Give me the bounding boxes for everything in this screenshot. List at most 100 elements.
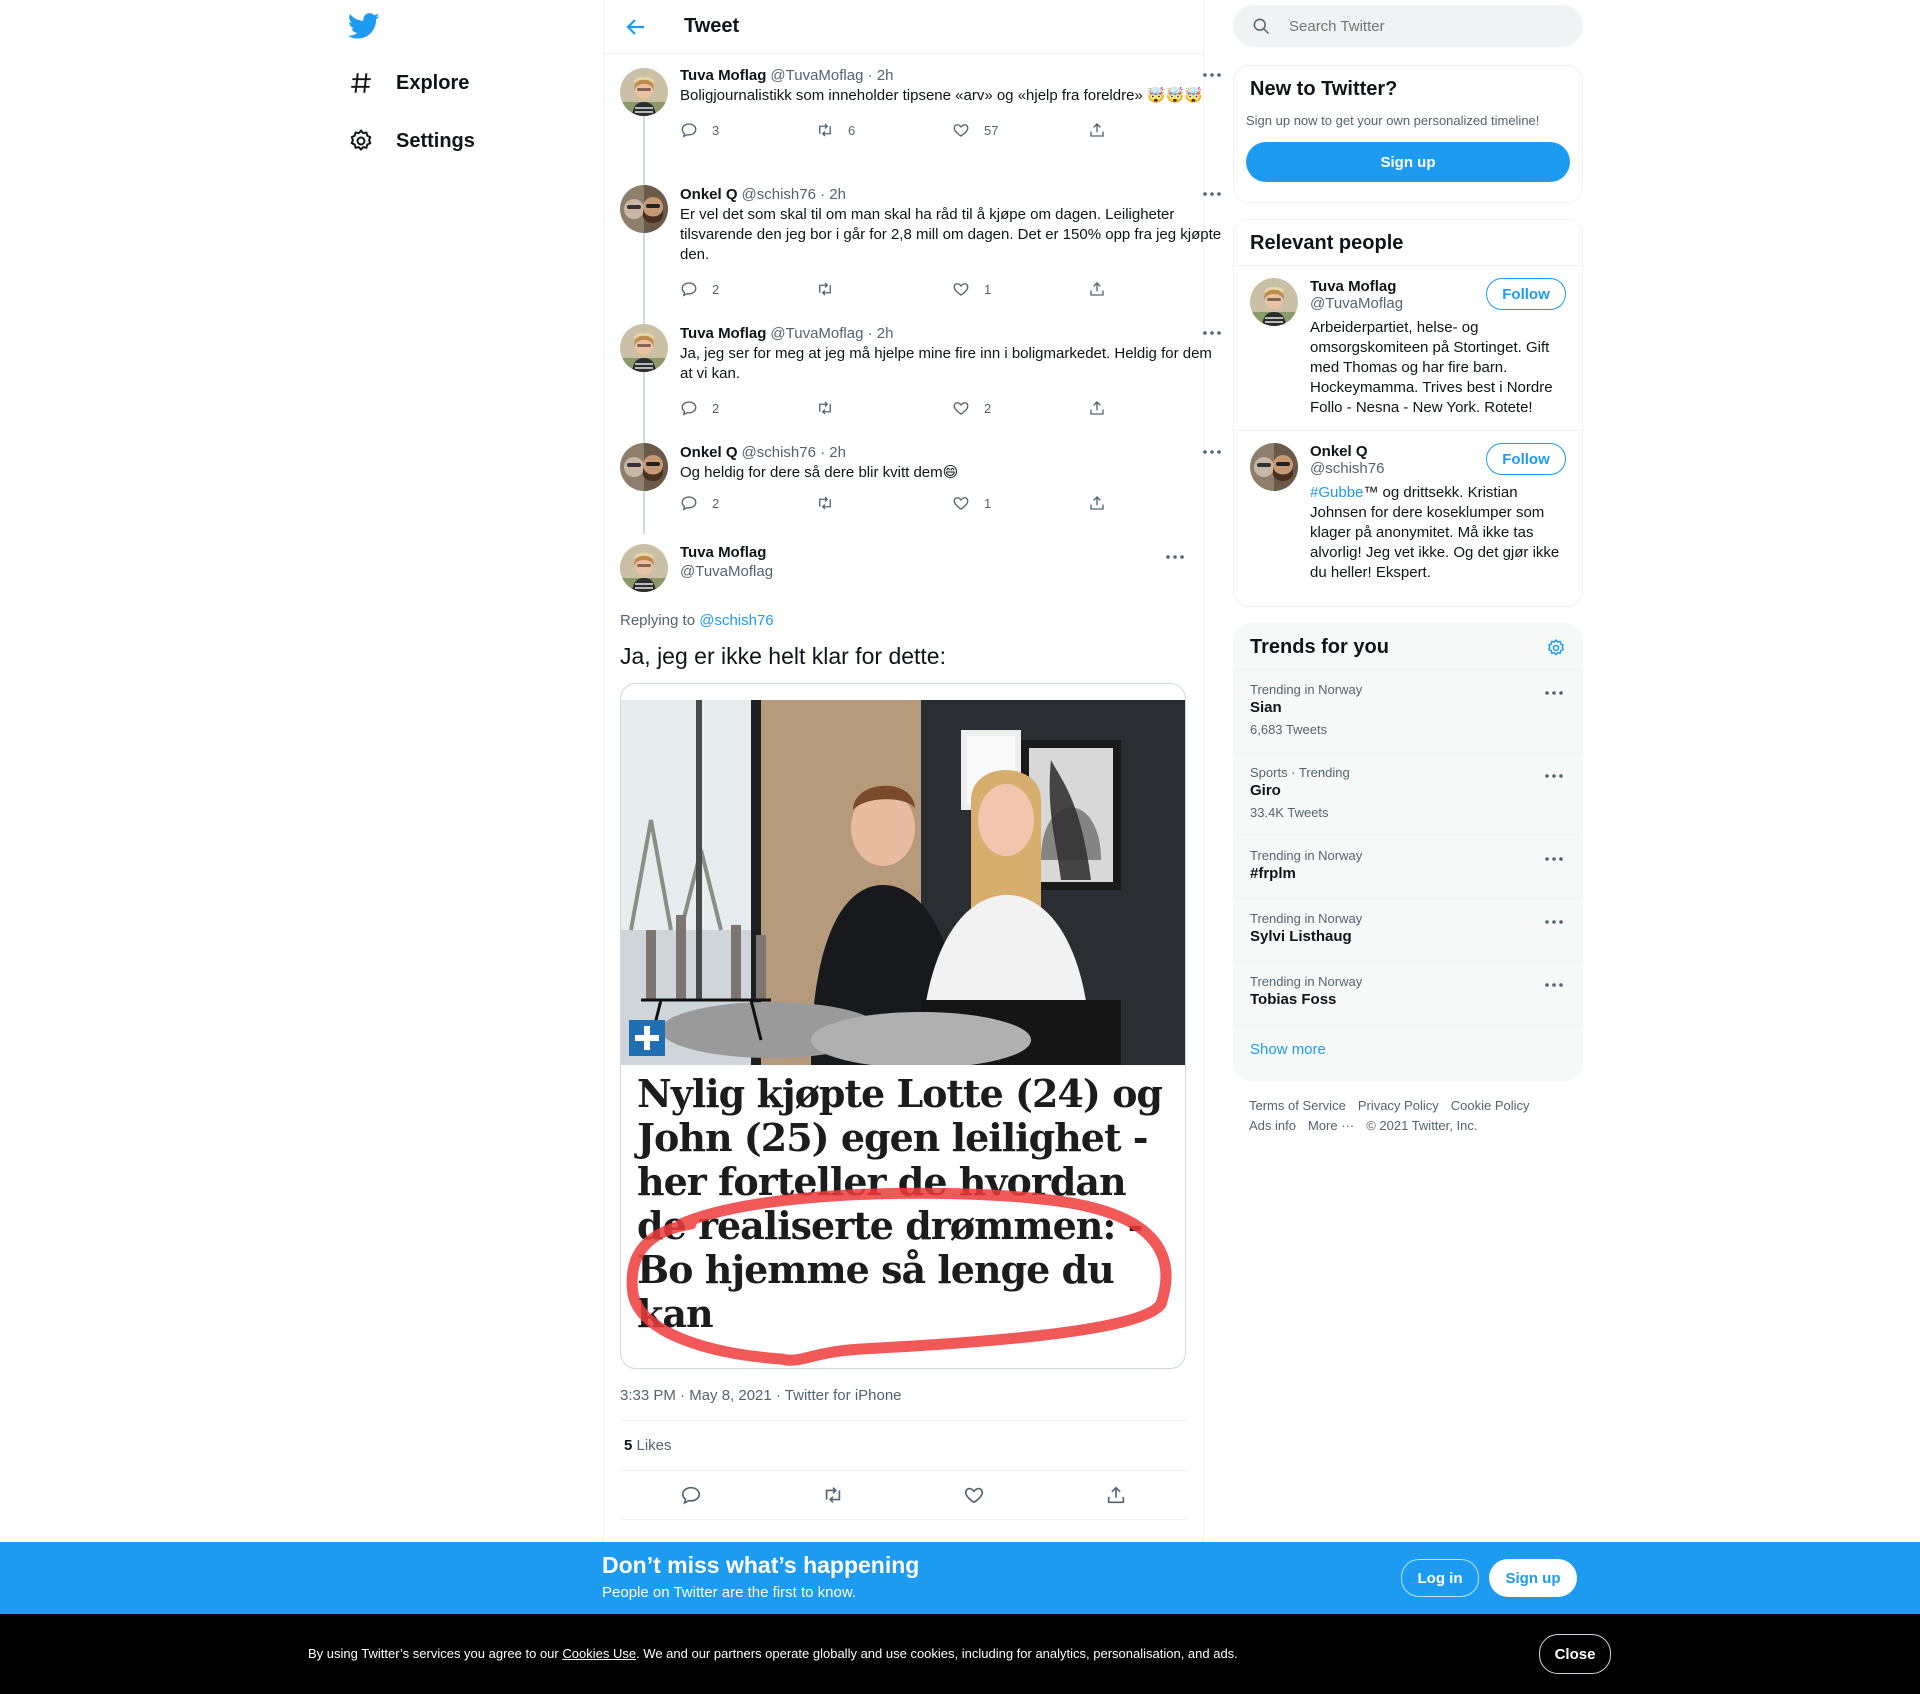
more-icon[interactable] <box>1542 850 1566 868</box>
author-name[interactable]: Onkel Q <box>680 186 738 203</box>
footer-ads-link[interactable]: Ads info <box>1249 1118 1296 1133</box>
retweet-button[interactable] <box>816 494 952 512</box>
back-arrow-icon[interactable] <box>624 15 648 39</box>
search-box[interactable] <box>1233 5 1583 47</box>
search-input[interactable] <box>1287 16 1571 36</box>
trend-item[interactable]: Trending in Norway Tobias Foss <box>1234 961 1582 1024</box>
sidebar-signup-button[interactable]: Sign up <box>1246 142 1570 182</box>
like-button[interactable]: 1 <box>952 280 1088 298</box>
likes-summary[interactable]: 5 Likes <box>620 1421 1187 1471</box>
heart-icon[interactable] <box>963 1484 985 1506</box>
tweet-time[interactable]: · 2h <box>820 186 846 203</box>
avatar[interactable] <box>1250 278 1298 326</box>
reply-icon[interactable] <box>680 1484 702 1506</box>
trend-count: 6,683 Tweets <box>1250 722 1328 737</box>
thread-tweet[interactable]: Tuva Moflag @TuvaMoflag · 2h Ja, jeg ser… <box>620 312 1187 445</box>
footer-terms-link[interactable]: Terms of Service <box>1249 1098 1346 1113</box>
share-button[interactable] <box>1088 494 1224 512</box>
twitter-bird-icon[interactable] <box>348 10 380 42</box>
author-name[interactable]: Tuva Moflag <box>680 544 773 561</box>
person-handle[interactable]: @schish76 <box>1310 460 1384 477</box>
retweet-button[interactable]: 6 <box>816 121 952 139</box>
person-name[interactable]: Tuva Moflag <box>1310 278 1403 295</box>
author-handle[interactable]: @TuvaMoflag <box>770 325 863 342</box>
reply-button[interactable]: 3 <box>680 121 816 139</box>
tweet-time[interactable]: · 2h <box>868 67 894 84</box>
person-item[interactable]: Onkel Q @schish76 Follow #Gubbe™ og drit… <box>1234 430 1582 595</box>
follow-button[interactable]: Follow <box>1486 278 1566 310</box>
more-icon[interactable] <box>1200 324 1224 342</box>
retweet-button[interactable] <box>816 399 952 417</box>
like-button[interactable]: 1 <box>952 494 1088 512</box>
author-handle[interactable]: @TuvaMoflag <box>680 563 773 580</box>
hashtag-link[interactable]: #Gubbe <box>1310 484 1363 501</box>
reply-button[interactable]: 2 <box>680 494 816 512</box>
more-icon[interactable] <box>1200 185 1224 203</box>
person-name[interactable]: Onkel Q <box>1310 443 1384 460</box>
more-icon[interactable] <box>1542 913 1566 931</box>
heart-icon <box>952 494 970 512</box>
reply-count: 2 <box>712 281 720 297</box>
settings-gear-icon[interactable] <box>1546 638 1566 658</box>
replying-handle-link[interactable]: @schish76 <box>699 612 773 629</box>
trend-item[interactable]: Sports · Trending Giro 33.4K Tweets <box>1234 752 1582 835</box>
share-button[interactable] <box>1088 121 1224 139</box>
author-name[interactable]: Tuva Moflag <box>680 67 766 84</box>
avatar[interactable] <box>620 443 668 491</box>
reply-button[interactable]: 2 <box>680 399 816 417</box>
avatar[interactable] <box>620 68 668 116</box>
footer-more-link[interactable]: More ··· <box>1308 1118 1354 1133</box>
retweet-icon <box>816 280 834 298</box>
more-icon[interactable] <box>1542 767 1566 785</box>
more-icon[interactable] <box>1200 66 1224 84</box>
trend-item[interactable]: Trending in Norway Sian 6,683 Tweets <box>1234 669 1582 752</box>
person-handle[interactable]: @TuvaMoflag <box>1310 295 1403 312</box>
author-handle[interactable]: @TuvaMoflag <box>770 67 863 84</box>
more-icon[interactable] <box>1542 684 1566 702</box>
follow-button[interactable]: Follow <box>1486 443 1566 475</box>
person-item[interactable]: Tuva Moflag @TuvaMoflag Follow Arbeiderp… <box>1234 265 1582 430</box>
retweet-count: 6 <box>848 122 856 138</box>
more-icon[interactable] <box>1542 976 1566 994</box>
trend-name: #frplm <box>1250 865 1296 882</box>
signup-button[interactable]: Sign up <box>1489 1559 1577 1597</box>
share-button[interactable] <box>1088 280 1224 298</box>
author-name[interactable]: Onkel Q <box>680 444 738 461</box>
tweet-time[interactable]: · 2h <box>820 444 846 461</box>
footer-privacy-link[interactable]: Privacy Policy <box>1358 1098 1439 1113</box>
tweet-image[interactable]: Nylig kjøpte Lotte (24) og John (25) ege… <box>620 683 1186 1369</box>
avatar[interactable] <box>620 544 668 592</box>
like-button[interactable]: 2 <box>952 399 1088 417</box>
login-button[interactable]: Log in <box>1401 1559 1479 1597</box>
cookies-use-link[interactable]: Cookies Use <box>562 1646 636 1661</box>
share-button[interactable] <box>1088 399 1224 417</box>
nav-settings[interactable]: Settings <box>348 119 475 163</box>
avatar[interactable] <box>620 185 668 233</box>
thread-tweet[interactable]: Tuva Moflag @TuvaMoflag · 2h Boligjourna… <box>620 54 1187 187</box>
retweet-button[interactable] <box>816 280 952 298</box>
tweet-time[interactable]: · 2h <box>868 325 894 342</box>
author-handle[interactable]: @schish76 <box>742 186 816 203</box>
tweet-timestamp[interactable]: 3:33 PM · May 8, 2021 · Twitter for iPho… <box>620 1387 1187 1421</box>
more-icon[interactable] <box>1200 443 1224 461</box>
like-button[interactable]: 57 <box>952 121 1088 139</box>
retweet-icon[interactable] <box>822 1484 844 1506</box>
reply-button[interactable]: 2 <box>680 280 816 298</box>
footer-cookie-link[interactable]: Cookie Policy <box>1451 1098 1530 1113</box>
nav-explore[interactable]: Explore <box>348 61 469 105</box>
more-icon[interactable] <box>1163 548 1187 566</box>
author-handle[interactable]: @schish76 <box>742 444 816 461</box>
author-name[interactable]: Tuva Moflag <box>680 325 766 342</box>
share-icon[interactable] <box>1105 1484 1127 1506</box>
trend-item[interactable]: Trending in Norway #frplm <box>1234 835 1582 898</box>
thread-tweet[interactable]: Onkel Q @schish76 · 2h Er vel det som sk… <box>620 173 1221 326</box>
avatar[interactable] <box>620 324 668 372</box>
thread-connector <box>643 116 645 187</box>
close-button[interactable]: Close <box>1539 1634 1611 1674</box>
trend-item[interactable]: Trending in Norway Sylvi Listhaug <box>1234 898 1582 961</box>
avatar[interactable] <box>1250 443 1298 491</box>
thread-tweet[interactable]: Onkel Q @schish76 · 2h Og heldig for der… <box>620 431 1187 534</box>
couple-photo <box>621 700 1185 1065</box>
sidebar-footer: Terms of Service Privacy Policy Cookie Pol… <box>1249 1096 1579 1136</box>
show-more-link[interactable]: Show more <box>1234 1024 1582 1074</box>
